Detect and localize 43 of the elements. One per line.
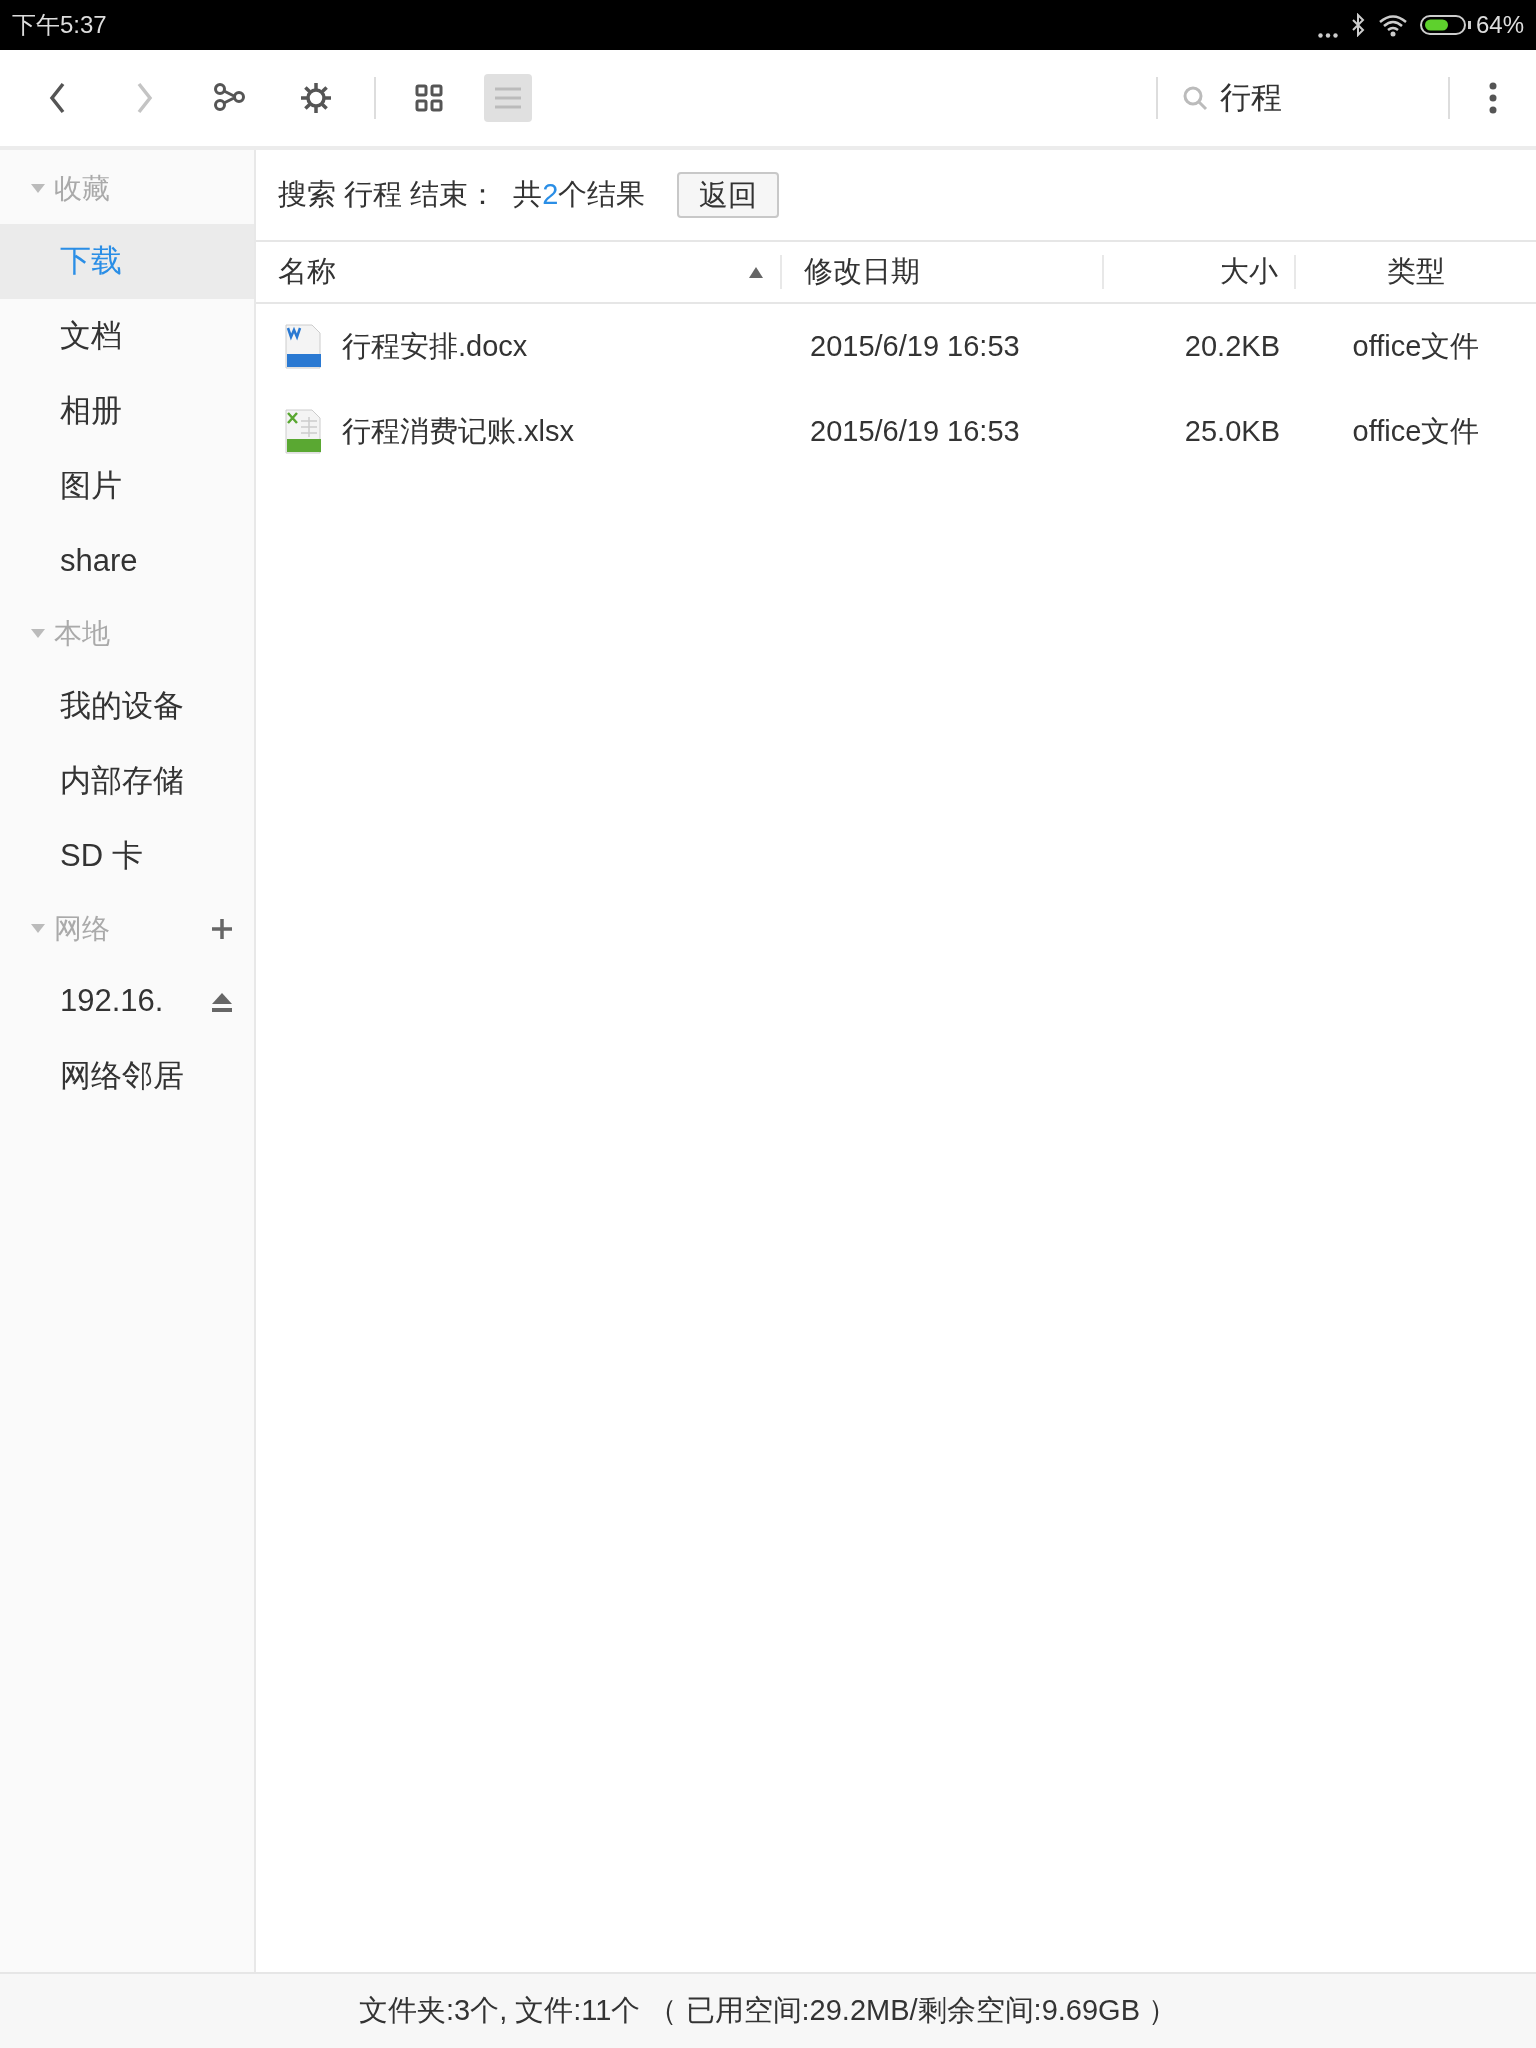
column-header[interactable]: 名称	[256, 255, 782, 289]
file-name[interactable]: 行程安排.docx	[342, 324, 528, 369]
gear-icon	[299, 81, 333, 115]
file-type: office文件	[1351, 413, 1481, 449]
file-size: 20.2KB	[1183, 328, 1281, 364]
more-icon	[1317, 33, 1338, 38]
sort-ascending-icon	[748, 265, 764, 279]
status-time: 下午5:37	[12, 10, 107, 40]
column-header[interactable]: 修改日期	[782, 255, 1104, 289]
section-header: 网络	[54, 912, 111, 946]
battery-percent: 64%	[1475, 10, 1524, 40]
column-header[interactable]: 类型	[1296, 241, 1536, 303]
modified-date: 2015/6/19 16:53	[809, 328, 1021, 364]
sidebar-item[interactable]: SD 卡	[0, 819, 254, 894]
grid-icon	[415, 84, 445, 112]
sidebar-item[interactable]: 网络邻居	[0, 1039, 254, 1114]
word-document-icon	[284, 324, 322, 369]
sidebar-item[interactable]: 相册	[0, 374, 254, 449]
plus-icon	[210, 917, 234, 941]
sidebar-item[interactable]: 文档	[0, 299, 254, 374]
section-header: 收藏	[54, 172, 111, 206]
section-header: 本地	[54, 617, 111, 651]
sidebar-item[interactable]: 内部存储	[0, 744, 254, 819]
sidebar-item[interactable]: 图片	[0, 449, 254, 524]
sidebar-item[interactable]: share	[0, 524, 254, 599]
wifi-icon	[1377, 13, 1408, 37]
search-icon	[1182, 85, 1208, 111]
search-summary: 搜索 行程 结束： 共2个结果	[278, 177, 646, 213]
modified-date: 2015/6/19 16:53	[809, 413, 1021, 449]
bluetooth-icon	[1349, 13, 1366, 37]
file-type: office文件	[1351, 328, 1481, 364]
file-name[interactable]: 行程消费记账.xlsx	[342, 409, 574, 454]
column-header[interactable]: 大小	[1104, 255, 1296, 289]
search-field[interactable]: 行程	[1220, 74, 1420, 122]
add-button[interactable]	[210, 917, 234, 941]
more-options-icon	[1489, 82, 1497, 114]
storage-summary: 文件夹:3个, 文件:11个 （ 已用空间:29.2MB/剩余空间:9.69GB ）	[358, 1993, 1178, 2029]
sidebar-item[interactable]: 192.16.	[0, 964, 254, 1039]
file-size: 25.0KB	[1183, 413, 1281, 449]
battery-icon	[1419, 15, 1472, 35]
sidebar-item[interactable]: 我的设备	[0, 669, 254, 744]
spreadsheet-icon	[284, 409, 322, 454]
back-button[interactable]: 返回	[677, 172, 780, 218]
